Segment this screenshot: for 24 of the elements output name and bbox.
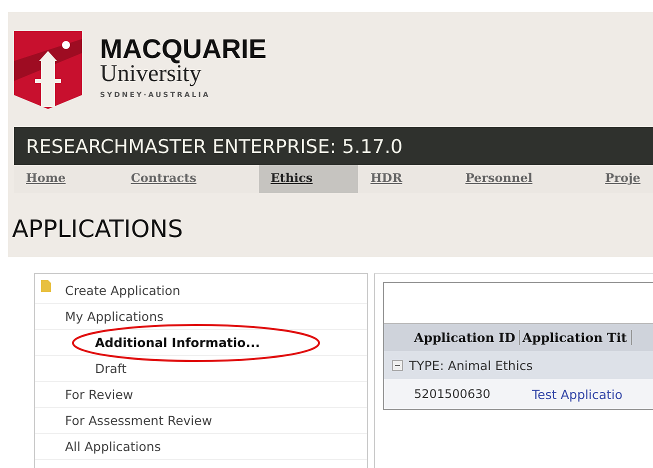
group-label: TYPE: Animal Ethics	[409, 358, 533, 372]
tree-item[interactable]: For Assessment Review	[65, 413, 212, 428]
tree-item[interactable]: My Applications	[65, 309, 164, 324]
shield-logo-icon	[14, 30, 82, 108]
page-title: APPLICATIONS	[11, 214, 184, 245]
tree-item[interactable]: All Applications	[65, 439, 161, 454]
logo-subname: University	[100, 62, 202, 84]
nav-tab[interactable]: Ethics	[258, 165, 358, 193]
application-link[interactable]: Test Applicatio	[532, 386, 623, 402]
product-bar: RESEARCHMASTER ENTERPRISE: 5.17.0	[14, 127, 653, 165]
tree-item[interactable]: For Review	[65, 387, 134, 402]
column-header[interactable]: Application Tit	[520, 330, 632, 345]
nav-tab[interactable]: Proje	[593, 165, 653, 193]
table-cell-text: 5201500630	[413, 387, 492, 401]
logo-name: MACQUARIE	[100, 34, 266, 62]
collapse-toggle[interactable]	[392, 360, 403, 370]
document-icon	[41, 280, 51, 292]
column-header[interactable]: Application ID	[412, 330, 520, 345]
nav-tab[interactable]: HDR	[358, 165, 454, 193]
nav-tab[interactable]: Personnel	[453, 165, 594, 193]
nav-tab[interactable]: Contracts	[118, 165, 259, 193]
tree-item[interactable]: Draft	[95, 361, 127, 376]
tree-item[interactable]: Create Application	[65, 283, 180, 298]
nav-tab[interactable]: Home	[14, 165, 119, 193]
